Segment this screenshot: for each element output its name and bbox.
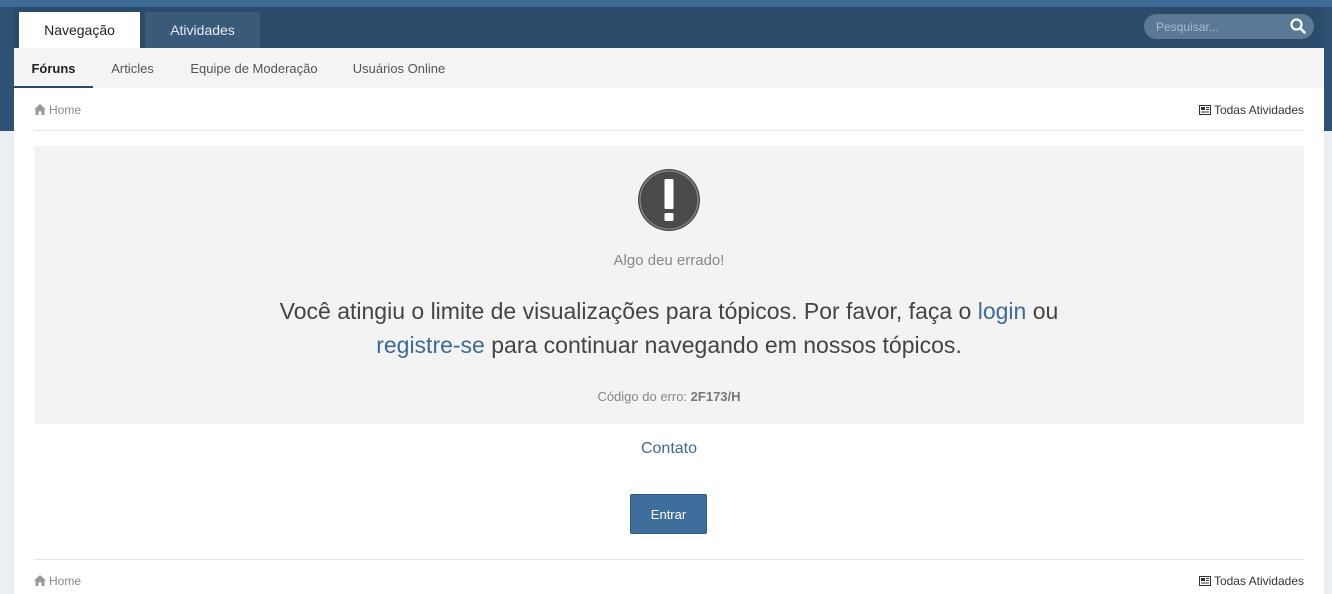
error-panel: Algo deu errado! Você atingiu o limite d… <box>34 146 1304 424</box>
error-message-text: Você atingiu o limite de visualizações p… <box>279 298 978 324</box>
subnav-foruns[interactable]: Fóruns <box>14 48 93 88</box>
error-message-text: para continuar navegando em nossos tópic… <box>484 332 962 358</box>
error-message: Você atingiu o limite de visualizações p… <box>269 294 1069 362</box>
error-title: Algo deu errado! <box>613 252 725 269</box>
error-code: 2F173/H <box>690 389 741 404</box>
divider <box>34 130 1304 131</box>
subnav-equipe-moderacao[interactable]: Equipe de Moderação <box>184 48 324 88</box>
breadcrumb-home-label: Home <box>49 103 82 117</box>
register-link[interactable]: registre-se <box>376 332 485 358</box>
error-code-line: Código do erro: 2F173/H <box>34 389 1304 404</box>
error-message-text: ou <box>1026 298 1059 324</box>
subnav-articles[interactable]: Articles <box>104 48 161 88</box>
search-icon[interactable] <box>1290 18 1306 34</box>
tab-atividades[interactable]: Atividades <box>145 12 260 48</box>
all-activity-label: Todas Atividades <box>1213 574 1304 588</box>
all-activity-link-bottom[interactable]: Todas Atividades <box>1198 571 1304 591</box>
exclamation-icon <box>638 169 700 231</box>
contact-link[interactable]: Contato <box>14 440 1324 458</box>
primary-navbar: Navegação Atividades <box>14 7 1324 48</box>
enter-button[interactable]: Entrar <box>630 494 707 534</box>
subnav-usuarios-online[interactable]: Usuários Online <box>347 48 451 88</box>
all-activity-label: Todas Atividades <box>1213 103 1304 117</box>
breadcrumb-home-label: Home <box>49 574 82 588</box>
activity-icon <box>1198 576 1211 586</box>
page-container: Navegação Atividades Fóruns Articles Equ… <box>14 7 1324 594</box>
login-link[interactable]: login <box>978 298 1027 324</box>
breadcrumb-home[interactable]: Home <box>34 100 81 120</box>
divider <box>34 559 1304 560</box>
home-icon <box>34 104 46 115</box>
error-code-label: Código do erro: <box>597 389 691 404</box>
home-icon <box>34 575 46 586</box>
activity-icon <box>1198 105 1211 115</box>
secondary-navbar: Fóruns Articles Equipe de Moderação Usuá… <box>14 48 1324 88</box>
search-box <box>1144 14 1314 39</box>
all-activity-link[interactable]: Todas Atividades <box>1198 100 1304 120</box>
breadcrumb-home-bottom[interactable]: Home <box>34 571 81 591</box>
tab-navegacao[interactable]: Navegação <box>19 12 140 48</box>
search-input[interactable] <box>1144 14 1284 39</box>
